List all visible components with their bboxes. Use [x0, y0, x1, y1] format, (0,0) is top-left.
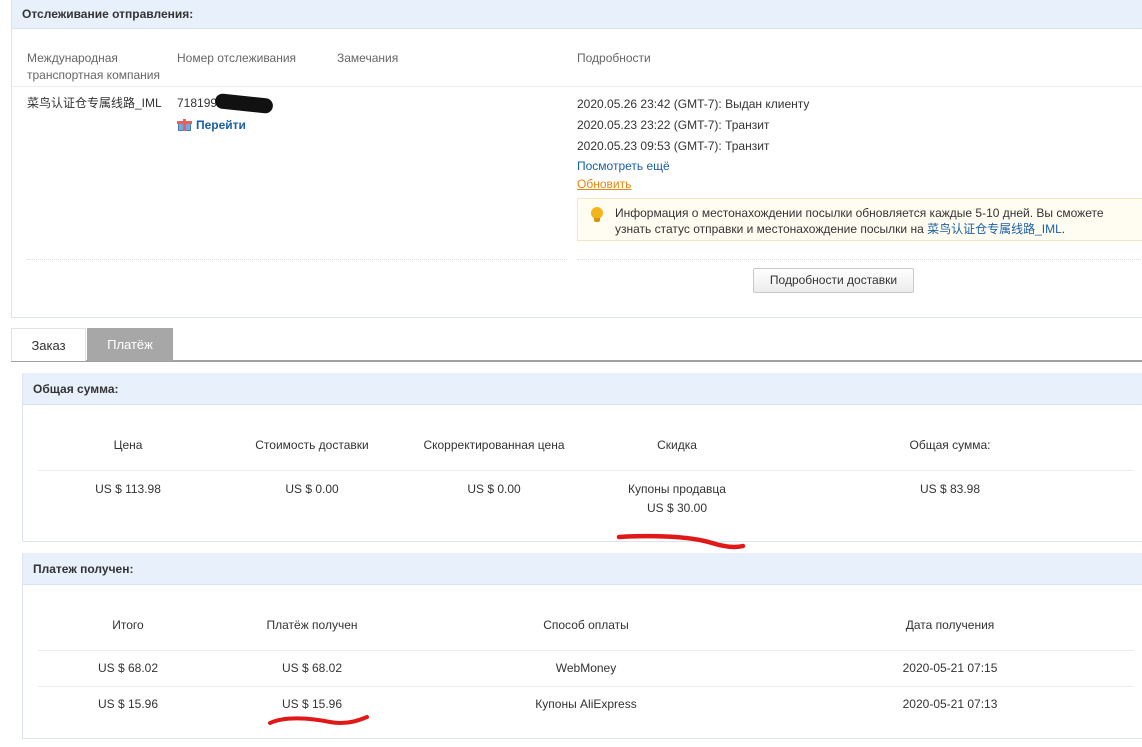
lightbulb-icon — [591, 207, 603, 222]
redaction-scribble — [214, 93, 274, 114]
payment-panel: Платеж получен: Итого Платёж получен Спо… — [22, 553, 1142, 739]
carrier-name: 菜鸟认证仓专属线路_IML — [27, 96, 162, 110]
delivery-details-button[interactable]: Подробности доставки — [753, 268, 914, 293]
info-carrier-link[interactable]: 菜鸟认证仓专属线路_IML — [927, 222, 1062, 236]
total-divider — [38, 470, 1134, 471]
header-details: Подробности — [577, 51, 651, 65]
row-divider — [577, 259, 1142, 260]
header-shipping: Стоимость доставки — [255, 438, 369, 452]
sum-value: US $ 83.98 — [919, 482, 981, 496]
tracking-section: Отслеживание отправления: Международная … — [11, 0, 1142, 318]
tracking-number: 718199 — [177, 93, 274, 114]
tab-order[interactable]: Заказ — [11, 328, 86, 361]
header-payment-method: Способ оплаты — [543, 618, 629, 632]
row-total: US $ 68.02 — [97, 661, 159, 675]
gift-icon — [177, 118, 192, 131]
row-date: 2020-05-21 07:13 — [902, 697, 998, 711]
header-price: Цена — [113, 438, 143, 452]
header-adjusted: Скорректированная цена — [423, 438, 565, 452]
header-carrier: Международная транспортная компания — [27, 51, 160, 82]
shipping-value: US $ 0.00 — [285, 482, 339, 496]
payment-divider — [38, 650, 1134, 651]
tab-bar: Заказ Платёж — [11, 328, 1142, 362]
discount-value: US $ 30.00 — [646, 501, 708, 515]
info-notice: Информация о местонахождении посылки обн… — [577, 198, 1142, 241]
header-remarks: Замечания — [337, 51, 399, 65]
see-more-link[interactable]: Посмотреть ещё — [577, 158, 670, 175]
row-divider — [38, 686, 1134, 687]
row-method: WebMoney — [555, 661, 617, 675]
total-title: Общая сумма: — [23, 373, 1142, 405]
discount-label: Купоны продавца — [628, 482, 726, 496]
tracking-number-text: 718199 — [177, 96, 218, 110]
header-total: Общая сумма: — [909, 438, 991, 452]
row-date: 2020-05-21 07:15 — [902, 661, 998, 675]
tracking-title: Отслеживание отправления: — [12, 0, 1142, 29]
adjusted-value: US $ 0.00 — [467, 482, 521, 496]
tracking-event: 2020.05.26 23:42 (GMT-7): Выдан клиенту — [577, 97, 810, 111]
refresh-link[interactable]: Обновить — [577, 176, 631, 193]
payment-title: Платеж получен: — [23, 553, 1142, 585]
info-text-end: . — [1061, 222, 1066, 236]
header-discount: Скидка — [657, 438, 697, 452]
header-divider — [12, 86, 1142, 87]
tracking-event: 2020.05.23 09:53 (GMT-7): Транзит — [577, 139, 770, 153]
go-link[interactable]: Перейти — [177, 117, 246, 134]
header-payment-received: Платёж получен — [266, 618, 358, 632]
tracking-event: 2020.05.23 23:22 (GMT-7): Транзит — [577, 118, 770, 132]
total-panel: Общая сумма: Цена Стоимость доставки Ско… — [22, 373, 1142, 542]
row-method: Купоны AliExpress — [535, 697, 637, 711]
header-tracking-number: Номер отслеживания — [177, 51, 297, 65]
row-received: US $ 15.96 — [281, 697, 343, 711]
row-divider — [27, 259, 567, 260]
tab-payment[interactable]: Платёж — [87, 328, 173, 361]
go-link-label[interactable]: Перейти — [196, 118, 246, 132]
price-value: US $ 113.98 — [95, 482, 161, 496]
row-total: US $ 15.96 — [97, 697, 159, 711]
header-payment-date: Дата получения — [905, 618, 995, 632]
info-text: Информация о местонахождении посылки обн… — [615, 205, 1135, 237]
header-payment-total: Итого — [112, 618, 144, 632]
row-received: US $ 68.02 — [281, 661, 343, 675]
